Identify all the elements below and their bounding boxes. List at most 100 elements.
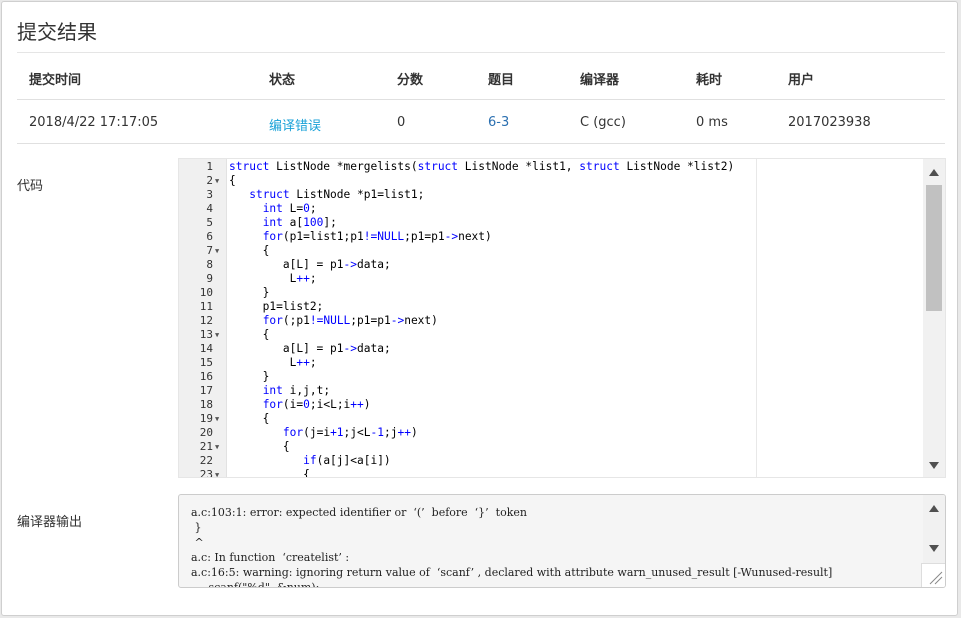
compiler-output-text: a.c:103:1: error: expected identifier or… [191, 505, 911, 588]
code-vertical-scrollbar[interactable] [923, 159, 945, 477]
fold-toggle-icon[interactable]: ▼ [215, 440, 225, 454]
line-number: 17 [199, 384, 213, 397]
code-scroll-thumb[interactable] [926, 185, 942, 311]
code-token: data; [357, 342, 391, 355]
col-header-submit-time: 提交时间 [29, 73, 82, 88]
code-token: ; [309, 272, 317, 285]
code-token: a[L] = p1 [229, 258, 344, 271]
code-token: ;p1=p1 [350, 314, 391, 327]
code-keyword: ++ [397, 426, 411, 439]
line-number: 16 [199, 370, 213, 383]
code-token: ListNode *list2) [619, 160, 735, 173]
col-header-time-used: 耗时 [696, 73, 723, 88]
code-line: 12 for(;p1!=NULL;p1=p1->next) [179, 314, 919, 328]
resize-grip-icon[interactable] [921, 563, 945, 587]
code-keyword: struct [249, 188, 290, 201]
col-header-problem: 题目 [488, 73, 515, 88]
submission-result-dialog: 提交结果 提交时间 状态 分数 题目 编译器 耗时 用户 2018/4/22 1… [1, 1, 958, 616]
code-line: 19 ▼ { [179, 412, 919, 426]
code-text: L++; [229, 356, 317, 370]
code-keyword: for [262, 230, 283, 243]
code-keyword: != [309, 314, 324, 327]
code-text: for(j=i+1;j<L-1;j++) [229, 426, 418, 440]
code-line: 8 a[L] = p1->data; [179, 258, 919, 272]
code-keyword: -> [343, 342, 357, 355]
code-keyword: NULL [377, 230, 405, 243]
compiler-output-line: a.c: In function ‘createlist’ : [191, 551, 350, 564]
code-line: 1 struct ListNode *mergelists(struct List… [179, 160, 919, 174]
code-text: int i,j,t; [229, 384, 330, 398]
code-keyword: if [303, 454, 317, 467]
code-line: 20 for(j=i+1;j<L-1;j++) [179, 426, 919, 440]
code-text: { [229, 440, 290, 454]
line-number: 4 [206, 202, 213, 215]
code-text: L++; [229, 272, 317, 286]
line-number: 14 [199, 342, 213, 355]
compiler-output-label: 编译器输出 [17, 515, 83, 530]
code-line: 10 } [179, 286, 919, 300]
fold-toggle-icon[interactable]: ▼ [215, 244, 225, 258]
code-keyword: -> [343, 258, 357, 271]
cell-problem-link[interactable]: 6-3 [488, 115, 509, 130]
output-scroll-down-arrow-icon[interactable] [929, 545, 939, 552]
compiler-output-line: ^ [191, 536, 204, 549]
code-text: struct ListNode *p1=list1; [229, 188, 424, 202]
compiler-output-textarea[interactable]: a.c:103:1: error: expected identifier or… [178, 494, 946, 588]
code-token: { [229, 412, 270, 425]
code-token: i,j,t; [282, 384, 331, 397]
code-keyword: int [262, 216, 283, 229]
code-keyword: for [262, 314, 283, 327]
code-line: 7 ▼ { [179, 244, 919, 258]
code-editor[interactable]: 1 struct ListNode *mergelists(struct List… [178, 158, 946, 478]
code-line: 21 ▼ { [179, 440, 919, 454]
output-scroll-up-arrow-icon[interactable] [929, 505, 939, 512]
code-keyword: for [262, 398, 283, 411]
code-token: ListNode *list1, [458, 160, 580, 173]
line-number: 12 [199, 314, 213, 327]
code-token: ; [309, 356, 317, 369]
compiler-output-line: scanf("%d", &num); [191, 581, 320, 588]
code-token: ListNode *mergelists( [269, 160, 418, 173]
output-vertical-scrollbar[interactable] [923, 495, 945, 563]
code-text: struct ListNode *mergelists(struct ListN… [229, 160, 734, 174]
line-number: 10 [199, 286, 213, 299]
code-line: 15 L++; [179, 356, 919, 370]
scroll-up-arrow-icon[interactable] [929, 169, 939, 176]
code-text: a[L] = p1->data; [229, 258, 391, 272]
line-number: 11 [199, 300, 213, 313]
code-text: for(p1=list1;p1!=NULL;p1=p1->next) [229, 230, 492, 244]
code-token: data; [357, 258, 391, 271]
line-number: 2 [206, 174, 213, 187]
code-line: 14 a[L] = p1->data; [179, 342, 919, 356]
code-token: p1=list2; [229, 300, 324, 313]
col-header-status: 状态 [269, 73, 296, 88]
code-text: a[L] = p1->data; [229, 342, 391, 356]
code-token: (a[j]<a[i]) [316, 454, 391, 467]
code-text: for(i=0;i<L;i++) [229, 398, 371, 412]
fold-toggle-icon[interactable]: ▼ [215, 174, 225, 188]
fold-toggle-icon[interactable]: ▼ [215, 468, 225, 477]
scroll-down-arrow-icon[interactable] [929, 462, 939, 469]
code-line: 18 for(i=0;i<L;i++) [179, 398, 919, 412]
fold-toggle-icon[interactable]: ▼ [215, 328, 225, 342]
code-token: L [229, 272, 297, 285]
code-token: } [229, 286, 270, 299]
code-line: 6 for(p1=list1;p1!=NULL;p1=p1->next) [179, 230, 919, 244]
code-token: ;p1=p1 [404, 230, 445, 243]
cell-status-link[interactable]: 编译错误 [269, 115, 321, 134]
line-number: 20 [199, 426, 213, 439]
fold-toggle-icon[interactable]: ▼ [215, 412, 225, 426]
code-line: 23 ▼ { [179, 468, 919, 478]
code-token: ;j [383, 426, 398, 439]
col-header-compiler: 编译器 [580, 73, 620, 88]
line-number: 18 [199, 398, 213, 411]
line-number: 23 [199, 468, 213, 478]
compiler-output-line: a.c:103:1: error: expected identifier or… [191, 506, 527, 519]
code-token: { [229, 440, 290, 453]
code-token: ;i<L;i [309, 398, 351, 411]
code-line: 16 } [179, 370, 919, 384]
